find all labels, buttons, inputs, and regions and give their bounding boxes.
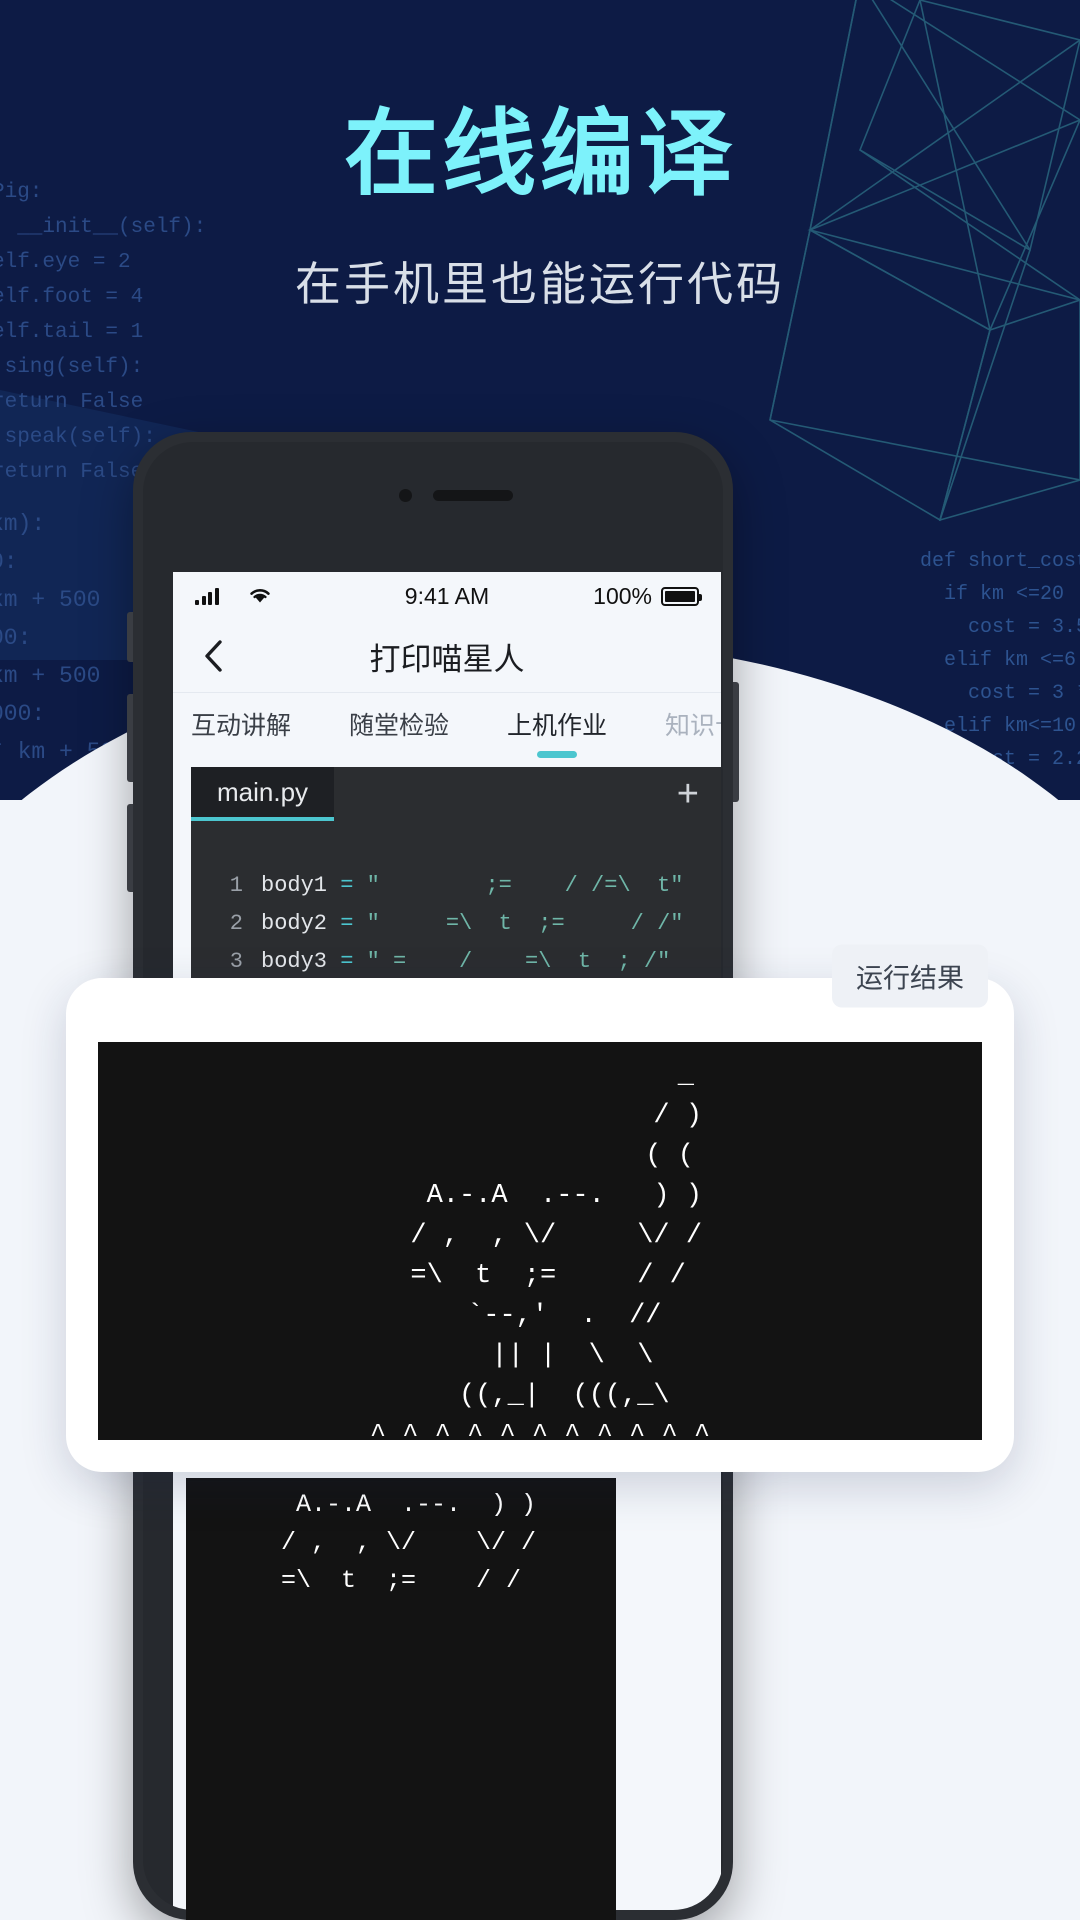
run-result-card: 运行结果 _ / ) ( ( A.-.A .--. ) ) / , , \/ \… (66, 944, 1014, 1472)
front-camera-icon (399, 489, 412, 502)
phone-volume-down-button (127, 804, 133, 892)
code-token: " =\ t ;= / /" (366, 911, 684, 936)
run-result-badge: 运行结果 (832, 944, 988, 1008)
code-token: body1 (261, 873, 328, 898)
phone-mute-switch (127, 612, 133, 662)
code-token: " = / =\ t ; /" (366, 949, 671, 974)
line-number: 1 (229, 873, 243, 898)
background-code-left-2: km): 0: km + 500 00: km + 500 000: * km … (0, 511, 114, 765)
battery-full-icon (661, 586, 702, 606)
tab-knowledge-cards[interactable]: 知识卡片 (665, 706, 721, 746)
code-token: " ;= / /=\ t" (366, 873, 684, 898)
nav-title: 打印喵星人 (369, 641, 525, 677)
tab-quiz[interactable]: 随堂检验 (349, 706, 449, 746)
tab-lab-assignment[interactable]: 上机作业 (507, 706, 607, 746)
line-number: 3 (229, 949, 243, 974)
tab-interactive-lecture[interactable]: 互动讲解 (191, 706, 291, 746)
earpiece-speaker (433, 490, 513, 501)
battery-percent-label: 100% (593, 582, 652, 609)
status-bar: 9:41 AM 100% (173, 572, 721, 620)
code-token: = (340, 911, 354, 936)
tab-bar: 互动讲解 随堂检验 上机作业 知识卡片 (173, 693, 721, 759)
page-subtitle: 在手机里也能运行代码 (295, 258, 785, 310)
code-token: body3 (261, 949, 328, 974)
terminal-output-secondary: A.-.A .--. ) ) / , , \/ \/ / =\ t ;= / / (186, 1478, 616, 1920)
page-title: 在线编译 (343, 101, 736, 206)
editor-file-tab[interactable]: main.py (191, 767, 335, 821)
wifi-icon (247, 583, 273, 610)
ascii-art-cat: _ / ) ( ( A.-.A .--. ) ) / , , \/ \/ / =… (353, 1061, 727, 1440)
chevron-left-icon (205, 640, 222, 672)
code-token: = (340, 873, 354, 898)
code-token: = (340, 949, 354, 974)
signal-bars-icon (195, 587, 219, 605)
code-token: body2 (261, 911, 328, 936)
terminal-output: _ / ) ( ( A.-.A .--. ) ) / , , \/ \/ / =… (98, 1042, 982, 1440)
line-number: 2 (229, 911, 243, 936)
phone-volume-up-button (127, 694, 133, 782)
nav-bar: 打印喵星人 (173, 620, 721, 693)
phone-power-button (733, 682, 739, 802)
editor-tab-row: main.py + (191, 767, 721, 821)
back-button[interactable] (193, 636, 233, 676)
plus-icon[interactable]: + (677, 775, 699, 813)
ascii-art-secondary: A.-.A .--. ) ) / , , \/ \/ / =\ t ;= / / (280, 1490, 537, 1595)
